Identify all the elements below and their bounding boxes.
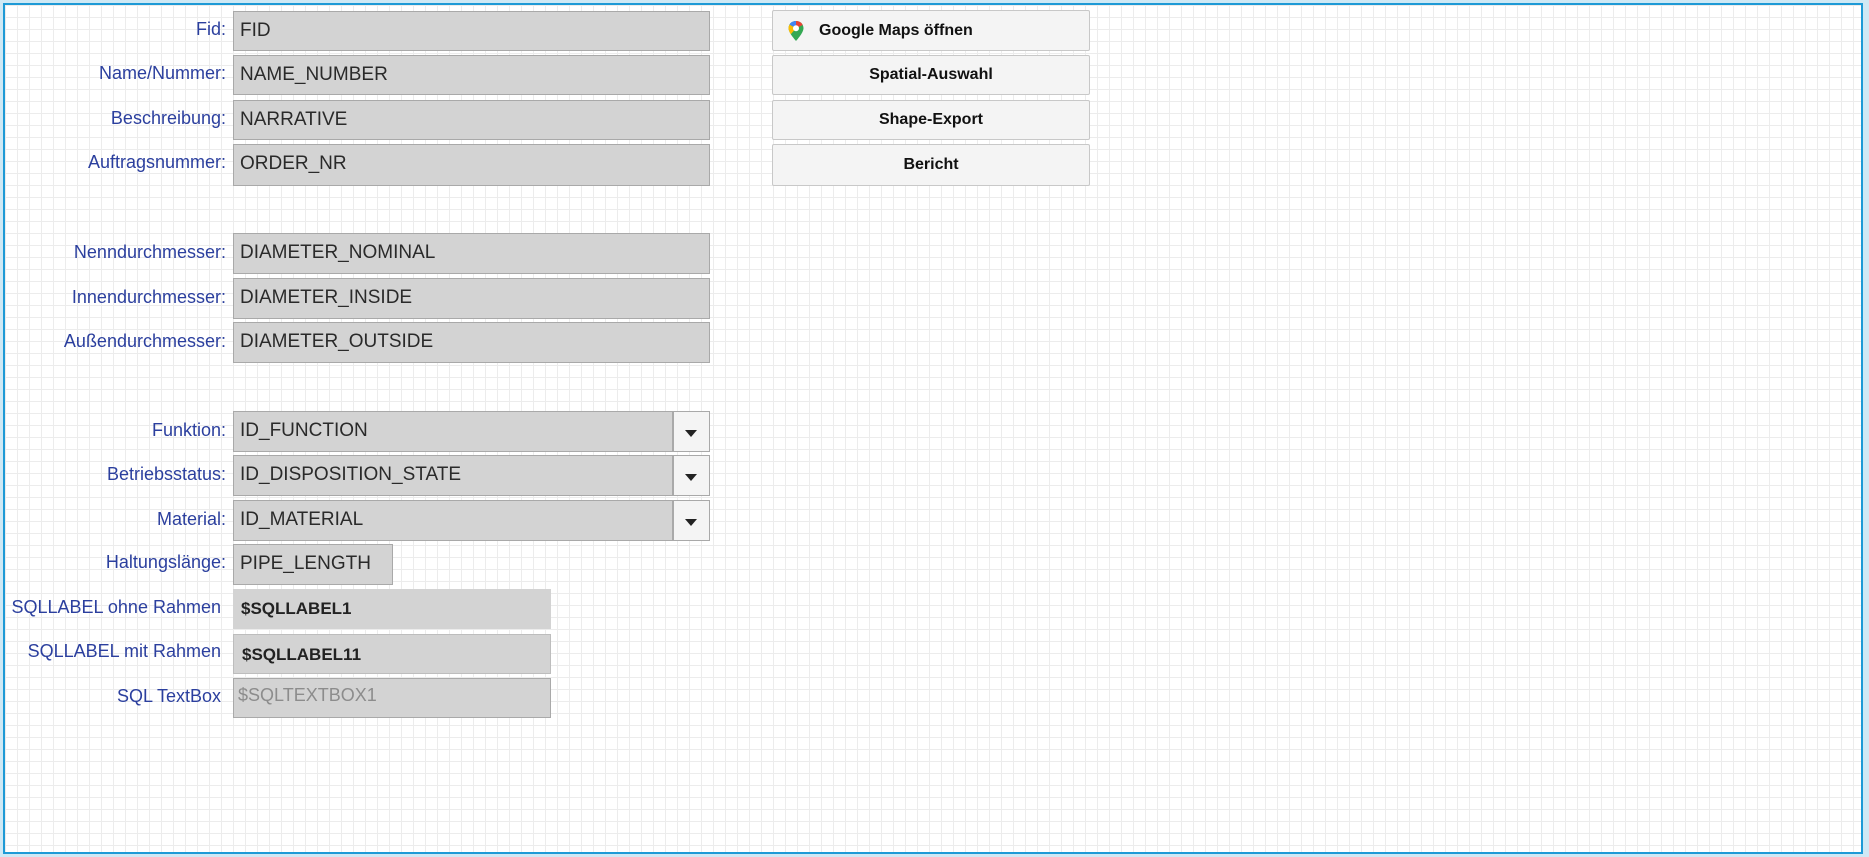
google-maps-button[interactable]: Google Maps öffnen xyxy=(772,10,1090,51)
form-canvas: Fid: FID Name/Nummer: NAME_NUMBER Beschr… xyxy=(3,3,1863,854)
chevron-down-icon xyxy=(685,519,697,526)
state-dropdown-button[interactable] xyxy=(673,455,710,496)
diameter-outside-label: Außendurchmesser: xyxy=(63,331,226,351)
sqllabel-no-border-caption: SQLLABEL ohne Rahmen xyxy=(11,597,221,617)
sqllabel-no-border: $SQLLABEL1 xyxy=(233,589,551,629)
sql-textbox[interactable]: $SQLTEXTBOX1 xyxy=(233,678,551,718)
sqllabel-with-border: $SQLLABEL11 xyxy=(233,634,551,674)
diameter-outside-field[interactable]: DIAMETER_OUTSIDE xyxy=(233,322,710,363)
spatial-selection-button[interactable]: Spatial-Auswahl xyxy=(772,55,1090,95)
state-combo[interactable]: ID_DISPOSITION_STATE xyxy=(233,455,673,496)
order-field[interactable]: ORDER_NR xyxy=(233,144,710,186)
function-dropdown-button[interactable] xyxy=(673,411,710,452)
fid-label: Fid: xyxy=(195,19,226,39)
material-dropdown-button[interactable] xyxy=(673,500,710,541)
report-button-label: Bericht xyxy=(903,156,959,173)
name-field[interactable]: NAME_NUMBER xyxy=(233,55,710,95)
sqllabel-with-border-caption: SQLLABEL mit Rahmen xyxy=(27,641,221,661)
material-label: Material: xyxy=(156,509,226,529)
chevron-down-icon xyxy=(685,430,697,437)
order-label: Auftragsnummer: xyxy=(87,152,226,172)
google-maps-pin-icon xyxy=(788,20,804,41)
shape-export-button[interactable]: Shape-Export xyxy=(772,100,1090,140)
function-label: Funktion: xyxy=(151,420,226,440)
function-combo[interactable]: ID_FUNCTION xyxy=(233,411,673,452)
name-label: Name/Nummer: xyxy=(98,63,226,83)
fid-field[interactable]: FID xyxy=(233,11,710,51)
shape-export-button-label: Shape-Export xyxy=(878,111,983,128)
google-maps-button-label: Google Maps öffnen xyxy=(819,21,973,39)
diameter-nominal-label: Nenndurchmesser: xyxy=(73,242,226,262)
spatial-selection-button-label: Spatial-Auswahl xyxy=(869,66,993,83)
sql-textbox-caption: SQL TextBox xyxy=(116,686,221,706)
length-label: Haltungslänge: xyxy=(105,552,226,572)
chevron-down-icon xyxy=(685,474,697,481)
diameter-inside-label: Innendurchmesser: xyxy=(71,287,226,307)
description-field[interactable]: NARRATIVE xyxy=(233,100,710,140)
state-label: Betriebsstatus: xyxy=(106,464,226,484)
length-field[interactable]: PIPE_LENGTH xyxy=(233,544,393,585)
material-combo[interactable]: ID_MATERIAL xyxy=(233,500,673,541)
description-label: Beschreibung: xyxy=(110,108,226,128)
report-button[interactable]: Bericht xyxy=(772,144,1090,186)
diameter-inside-field[interactable]: DIAMETER_INSIDE xyxy=(233,278,710,319)
diameter-nominal-field[interactable]: DIAMETER_NOMINAL xyxy=(233,233,710,274)
